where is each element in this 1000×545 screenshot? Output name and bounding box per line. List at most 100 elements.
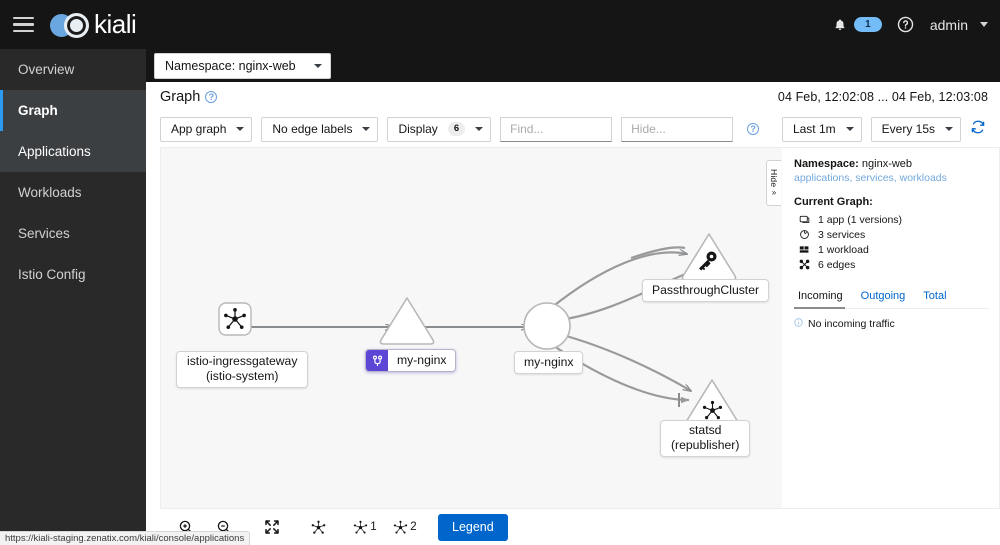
side-panel-namespace-value: nginx-web: [861, 158, 913, 170]
graph-toolbar: App graph No edge labels Display 6 ? Las…: [146, 111, 1000, 147]
find-input[interactable]: [500, 116, 613, 142]
no-traffic-notice: No incoming traffic: [782, 309, 999, 339]
sidebar-item-label: Services: [18, 226, 70, 241]
user-menu-label[interactable]: admin: [930, 17, 968, 33]
node-label-line1: statsd: [688, 423, 722, 437]
sidebar-item-label: Istio Config: [18, 267, 86, 282]
status-bar-url: https://kiali-staging.zenatix.com/kiali/…: [0, 531, 251, 545]
node-label-line1: istio-ingressgateway: [187, 354, 298, 368]
notification-count-badge[interactable]: 1: [853, 17, 882, 32]
side-panel-namespace-prefix: Namespace:: [794, 158, 859, 170]
chevron-down-icon[interactable]: [980, 22, 988, 27]
node-label-my-nginx-app[interactable]: my-nginx: [514, 351, 584, 375]
chevron-down-icon: [945, 127, 953, 131]
virtual-service-icon: [366, 350, 388, 372]
tab-label: Outgoing: [860, 290, 906, 302]
workload-icon: [798, 244, 811, 255]
chevron-right-icon: »: [771, 188, 777, 198]
edge-labels-select[interactable]: No edge labels: [261, 116, 379, 142]
find-hide-help-icon[interactable]: ?: [747, 123, 760, 135]
sidebar-item-graph[interactable]: Graph: [0, 90, 146, 131]
namespace-bar: Namespace: nginx-web: [146, 49, 1000, 82]
graph-side-panel: Hide » Namespace: nginx-web applications…: [766, 147, 1000, 509]
node-label-line2: (istio-system): [205, 369, 279, 384]
side-panel-tabs: Incoming Outgoing Total: [794, 284, 989, 309]
tab-label: Incoming: [798, 290, 843, 302]
notifications[interactable]: 1: [828, 13, 882, 37]
side-panel-hide-toggle[interactable]: Hide »: [766, 160, 781, 206]
tab-incoming[interactable]: Incoming: [794, 284, 853, 309]
chevron-down-icon: [313, 64, 322, 68]
masthead-right: 1 admin: [828, 13, 1000, 37]
refresh-interval-select[interactable]: Every 15s: [870, 116, 961, 142]
hide-input[interactable]: [621, 116, 734, 142]
node-label-line2: (republisher): [671, 438, 740, 453]
stat-text: 1 app (1 versions): [818, 213, 903, 226]
stat-services: 3 services: [794, 227, 987, 242]
node-label-my-nginx-service[interactable]: my-nginx: [365, 349, 457, 373]
service-icon: [798, 229, 811, 240]
display-count-badge: 6: [447, 121, 466, 137]
legend-button[interactable]: Legend: [438, 513, 508, 541]
sidebar-item-label: Overview: [18, 62, 75, 77]
node-label-line1: my-nginx: [397, 353, 447, 367]
masthead: kiali 1 admin: [0, 0, 1000, 49]
graph-type-select[interactable]: App graph: [160, 116, 253, 142]
node-label-istio-ingressgateway[interactable]: istio-ingressgateway (istio-system): [176, 351, 309, 388]
tab-outgoing[interactable]: Outgoing: [857, 284, 916, 308]
sidebar-item-label: Applications: [18, 144, 91, 159]
fit-to-screen-icon[interactable]: [254, 514, 290, 541]
layout-option-2[interactable]: 2: [386, 514, 424, 541]
tab-total[interactable]: Total: [919, 284, 956, 308]
display-label: Display: [398, 122, 438, 136]
graph-help-icon[interactable]: ?: [205, 90, 218, 103]
brand-name: kiali: [94, 9, 137, 39]
hamburger-icon[interactable]: [0, 0, 46, 49]
layout-option-1-count: 1: [370, 521, 377, 533]
sidebar-item-label: Graph: [18, 103, 58, 118]
kiali-logo-icon: [48, 10, 96, 40]
graph-type-label: App graph: [171, 122, 227, 136]
stat-edges: 6 edges: [794, 257, 987, 272]
stat-text: 3 services: [818, 228, 866, 241]
edge-icon: [798, 259, 811, 270]
layout-dagre-icon[interactable]: [300, 514, 336, 541]
info-icon: [794, 318, 803, 330]
node-label-line1: PassthroughCluster: [652, 283, 760, 297]
layout-option-2-count: 2: [410, 521, 417, 533]
sidebar-item-workloads[interactable]: Workloads: [0, 172, 146, 213]
chevron-down-icon: [236, 127, 245, 131]
side-panel-links[interactable]: applications, services, workloads: [794, 172, 987, 184]
sidebar-item-services[interactable]: Services: [0, 213, 146, 254]
toolbar-right: Last 1m Every 15s: [781, 116, 986, 142]
graph-bottom-toolbar: 1 2 Legend: [160, 509, 782, 545]
sidebar-item-applications[interactable]: Applications: [0, 131, 146, 172]
stat-text: 6 edges: [818, 258, 856, 271]
refresh-icon[interactable]: [970, 119, 986, 140]
stat-apps: 1 app (1 versions): [794, 212, 987, 227]
help-icon[interactable]: [894, 13, 918, 37]
no-traffic-text: No incoming traffic: [808, 318, 895, 330]
namespace-selector[interactable]: Namespace: nginx-web: [154, 53, 331, 79]
layout-option-1[interactable]: 1: [346, 514, 384, 541]
sidebar-item-overview[interactable]: Overview: [0, 49, 146, 90]
node-label-line1: my-nginx: [524, 355, 574, 369]
node-label-passthroughcluster[interactable]: PassthroughCluster: [642, 279, 770, 303]
sidebar: Overview Graph Applications Workloads Se…: [0, 49, 146, 545]
sidebar-item-label: Workloads: [18, 185, 82, 200]
node-label-statsd[interactable]: statsd (republisher): [660, 420, 751, 457]
graph-canvas[interactable]: istio-ingressgateway (istio-system) my-n…: [160, 147, 782, 509]
display-select[interactable]: Display 6: [387, 116, 492, 142]
time-range-label: 04 Feb, 12:02:08 ... 04 Feb, 12:03:08: [777, 89, 988, 104]
refresh-interval-label: Every 15s: [881, 122, 935, 136]
app-icon: [798, 214, 811, 225]
page-header: Graph ? 04 Feb, 12:02:08 ... 04 Feb, 12:…: [146, 82, 1000, 111]
current-graph-title: Current Graph:: [794, 196, 873, 208]
duration-select[interactable]: Last 1m: [781, 116, 862, 142]
bell-icon[interactable]: [828, 13, 852, 37]
stat-text: 1 workload: [818, 243, 869, 256]
brand-logo[interactable]: kiali: [48, 9, 137, 40]
chevron-down-icon: [475, 127, 484, 131]
side-panel-hide-label: Hide: [769, 168, 779, 188]
sidebar-item-istio-config[interactable]: Istio Config: [0, 254, 146, 295]
